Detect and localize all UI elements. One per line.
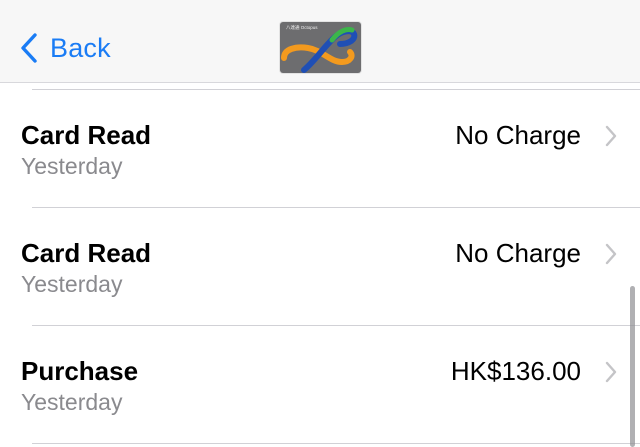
chevron-right-icon bbox=[605, 243, 617, 265]
navigation-bar: Back 八達通 Octopus bbox=[0, 0, 640, 83]
transaction-row[interactable]: Purchase Yesterday HK$136.00 bbox=[0, 326, 640, 444]
transaction-date: Yesterday bbox=[21, 153, 123, 179]
chevron-right-icon bbox=[605, 125, 617, 147]
transaction-row[interactable]: Card Read Yesterday No Charge bbox=[0, 90, 640, 208]
transaction-history-screen: Back 八達通 Octopus Card Read Yesterday No … bbox=[0, 0, 640, 447]
row-divider bbox=[32, 443, 640, 444]
back-label: Back bbox=[50, 32, 111, 63]
chevron-right-icon bbox=[605, 361, 617, 383]
transaction-title: Card Read bbox=[21, 238, 152, 268]
back-button[interactable]: Back bbox=[18, 28, 111, 68]
transaction-date: Yesterday bbox=[21, 271, 123, 297]
transaction-amount: HK$136.00 bbox=[450, 356, 581, 386]
transaction-amount: No Charge bbox=[455, 120, 581, 150]
transaction-date: Yesterday bbox=[21, 389, 123, 415]
transaction-row[interactable]: Card Read Yesterday No Charge bbox=[0, 208, 640, 326]
octopus-card-thumbnail: 八達通 Octopus bbox=[280, 22, 361, 73]
card-brand-text: 八達通 Octopus bbox=[286, 25, 318, 30]
scrollbar[interactable] bbox=[630, 286, 635, 447]
transaction-title: Card Read bbox=[21, 120, 152, 150]
chevron-left-icon bbox=[21, 33, 37, 63]
transaction-amount: No Charge bbox=[455, 238, 581, 268]
transaction-title: Purchase bbox=[21, 356, 139, 386]
